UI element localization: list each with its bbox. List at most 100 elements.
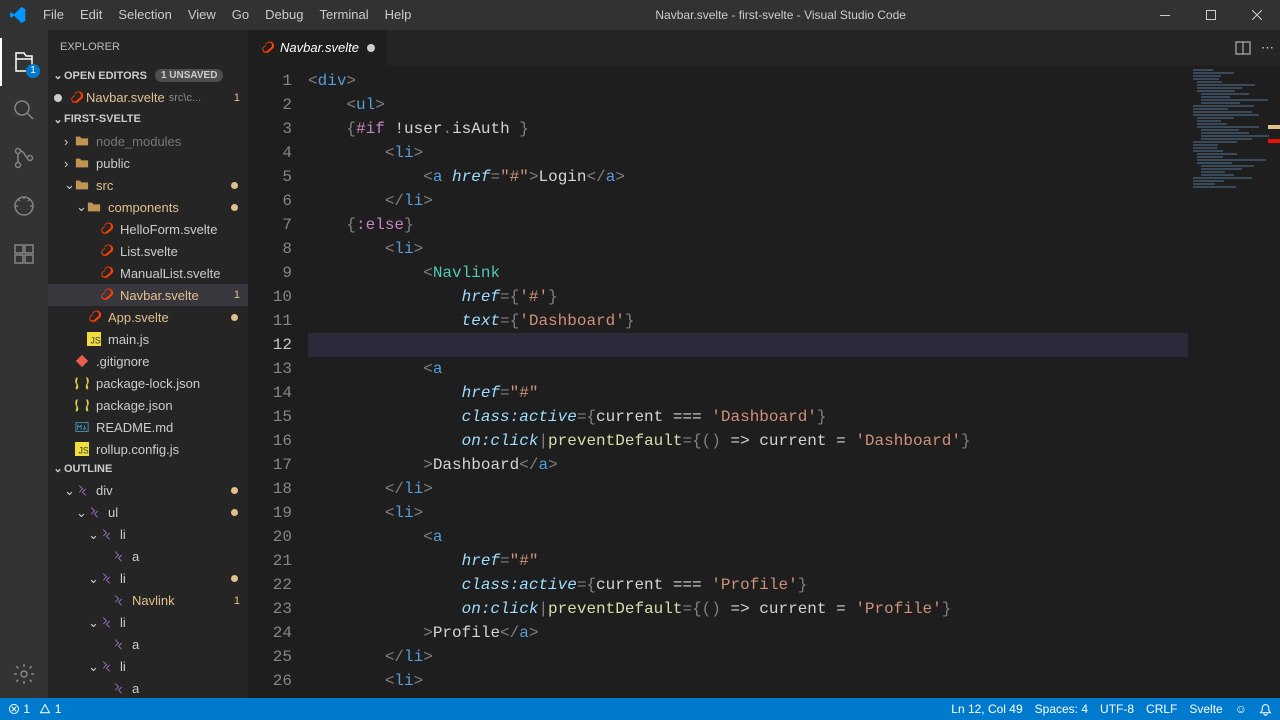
tree-item-label: App.svelte	[108, 310, 169, 325]
tree-item[interactable]: JSrollup.config.js	[48, 438, 248, 457]
status-language[interactable]: Svelte	[1189, 702, 1222, 716]
outline-item[interactable]: a	[48, 678, 248, 698]
tree-item-label: .gitignore	[96, 354, 149, 369]
git-status-dot-icon	[231, 182, 238, 189]
code-line[interactable]: <a	[308, 357, 1280, 381]
code-line[interactable]: on:click|preventDefault={() => current =…	[308, 597, 1280, 621]
code-line[interactable]: <div>	[308, 69, 1280, 93]
vscode-logo-icon	[0, 7, 35, 23]
code-line[interactable]: >Profile</a>	[308, 621, 1280, 645]
code-line[interactable]: <li>	[308, 237, 1280, 261]
menu-selection[interactable]: Selection	[110, 0, 179, 30]
code-line[interactable]: <a	[308, 525, 1280, 549]
explorer-icon[interactable]: 1	[0, 38, 48, 86]
tree-item[interactable]: JSmain.js	[48, 328, 248, 350]
outline-item[interactable]: ⌄li	[48, 656, 248, 678]
open-editor-item[interactable]: Navbar.sveltesrc\c...1	[48, 87, 248, 109]
outline-item[interactable]: ⌄div	[48, 480, 248, 502]
code-line[interactable]: <ul>	[308, 93, 1280, 117]
outline-item[interactable]: ⌄li	[48, 612, 248, 634]
git-status-dot-icon	[231, 487, 238, 494]
menu-debug[interactable]: Debug	[257, 0, 311, 30]
outline-item[interactable]: ⌄li	[48, 524, 248, 546]
outline-item[interactable]: ⌄ul	[48, 502, 248, 524]
symbol-icon	[98, 527, 114, 543]
outline-item[interactable]: Navlink1	[48, 590, 248, 612]
tab-bar: Navbar.svelte ⋯	[248, 30, 1280, 65]
tree-item[interactable]: ManualList.svelte	[48, 262, 248, 284]
code-line[interactable]: href="#"	[308, 381, 1280, 405]
status-eol[interactable]: CRLF	[1146, 702, 1177, 716]
tree-item[interactable]: ›public	[48, 152, 248, 174]
menu-view[interactable]: View	[180, 0, 224, 30]
code-line[interactable]: <li>	[308, 141, 1280, 165]
minimize-button[interactable]	[1142, 0, 1188, 30]
code-line[interactable]: <a href="#">Login</a>	[308, 165, 1280, 189]
status-indent[interactable]: Spaces: 4	[1035, 702, 1088, 716]
code-line[interactable]: </li>	[308, 477, 1280, 501]
tree-item[interactable]: ⌄components	[48, 196, 248, 218]
outline-item[interactable]: a	[48, 634, 248, 656]
code-line[interactable]: <li>	[308, 669, 1280, 693]
code-line[interactable]: on:click|preventDefault={() => current =…	[308, 429, 1280, 453]
scm-icon[interactable]	[0, 134, 48, 182]
status-notifications-icon[interactable]	[1259, 703, 1272, 716]
file-name: Navbar.svelte	[86, 90, 165, 105]
tree-item[interactable]: ›node_modules	[48, 130, 248, 152]
tree-item[interactable]: List.svelte	[48, 240, 248, 262]
code-line[interactable]: {#if !user.isAuth }	[308, 117, 1280, 141]
tree-item[interactable]: package.json	[48, 394, 248, 416]
menu-file[interactable]: File	[35, 0, 72, 30]
code-line[interactable]: href={'#'}	[308, 285, 1280, 309]
tree-item[interactable]: App.svelte	[48, 306, 248, 328]
tree-item[interactable]: HelloForm.svelte	[48, 218, 248, 240]
split-editor-icon[interactable]	[1235, 40, 1251, 56]
search-icon[interactable]	[0, 86, 48, 134]
status-problems[interactable]: 1 1	[8, 702, 61, 716]
extensions-icon[interactable]	[0, 230, 48, 278]
code-line[interactable]: href="#"	[308, 549, 1280, 573]
project-header[interactable]: ⌄ FIRST-SVELTE	[48, 109, 248, 131]
symbol-icon	[110, 637, 126, 653]
line-gutter: 1234567891011121314151617181920212223242…	[248, 65, 308, 698]
status-feedback-icon[interactable]: ☺	[1235, 702, 1247, 716]
settings-gear-icon[interactable]	[0, 650, 48, 698]
code-line[interactable]: </li>	[308, 189, 1280, 213]
outline-item[interactable]: a	[48, 546, 248, 568]
code-line[interactable]: class:active={current === 'Dashboard'}	[308, 405, 1280, 429]
menu-go[interactable]: Go	[224, 0, 257, 30]
status-cursor[interactable]: Ln 12, Col 49	[951, 702, 1022, 716]
code-content[interactable]: <div> <ul> {#if !user.isAuth } <li> <a h…	[308, 65, 1280, 698]
outline-label: OUTLINE	[64, 463, 112, 475]
activity-bar: 1	[0, 30, 48, 698]
code-line[interactable]: </li>	[308, 645, 1280, 669]
tree-item-label: README.md	[96, 420, 173, 435]
tab-navbar-svelte[interactable]: Navbar.svelte	[248, 30, 388, 65]
maximize-button[interactable]	[1188, 0, 1234, 30]
code-line[interactable]: {:else}	[308, 213, 1280, 237]
tree-item[interactable]: README.md	[48, 416, 248, 438]
outline-item[interactable]: ⌄li	[48, 568, 248, 590]
tree-item[interactable]: Navbar.svelte1	[48, 284, 248, 306]
tab-label: Navbar.svelte	[280, 40, 359, 55]
tree-item[interactable]: package-lock.json	[48, 372, 248, 394]
symbol-icon	[110, 681, 126, 697]
code-line[interactable]: >Dashboard</a>	[308, 453, 1280, 477]
outline-header[interactable]: ⌄ OUTLINE	[48, 458, 248, 480]
code-line[interactable]: text={'Dashboard'}	[308, 309, 1280, 333]
tree-item[interactable]: ⌄src	[48, 174, 248, 196]
code-editor[interactable]: 1234567891011121314151617181920212223242…	[248, 65, 1280, 698]
code-line[interactable]: class:active={current === 'Profile'}	[308, 573, 1280, 597]
menu-edit[interactable]: Edit	[72, 0, 110, 30]
open-editors-header[interactable]: ⌄ OPEN EDITORS 1 UNSAVED	[48, 65, 248, 87]
debug-icon[interactable]	[0, 182, 48, 230]
tree-item-label: package-lock.json	[96, 376, 200, 391]
menu-terminal[interactable]: Terminal	[311, 0, 376, 30]
menu-help[interactable]: Help	[377, 0, 420, 30]
close-button[interactable]	[1234, 0, 1280, 30]
more-actions-icon[interactable]: ⋯	[1261, 40, 1274, 56]
status-encoding[interactable]: UTF-8	[1100, 702, 1134, 716]
code-line[interactable]: <Navlink	[308, 261, 1280, 285]
code-line[interactable]: <li>	[308, 501, 1280, 525]
tree-item[interactable]: .gitignore	[48, 350, 248, 372]
